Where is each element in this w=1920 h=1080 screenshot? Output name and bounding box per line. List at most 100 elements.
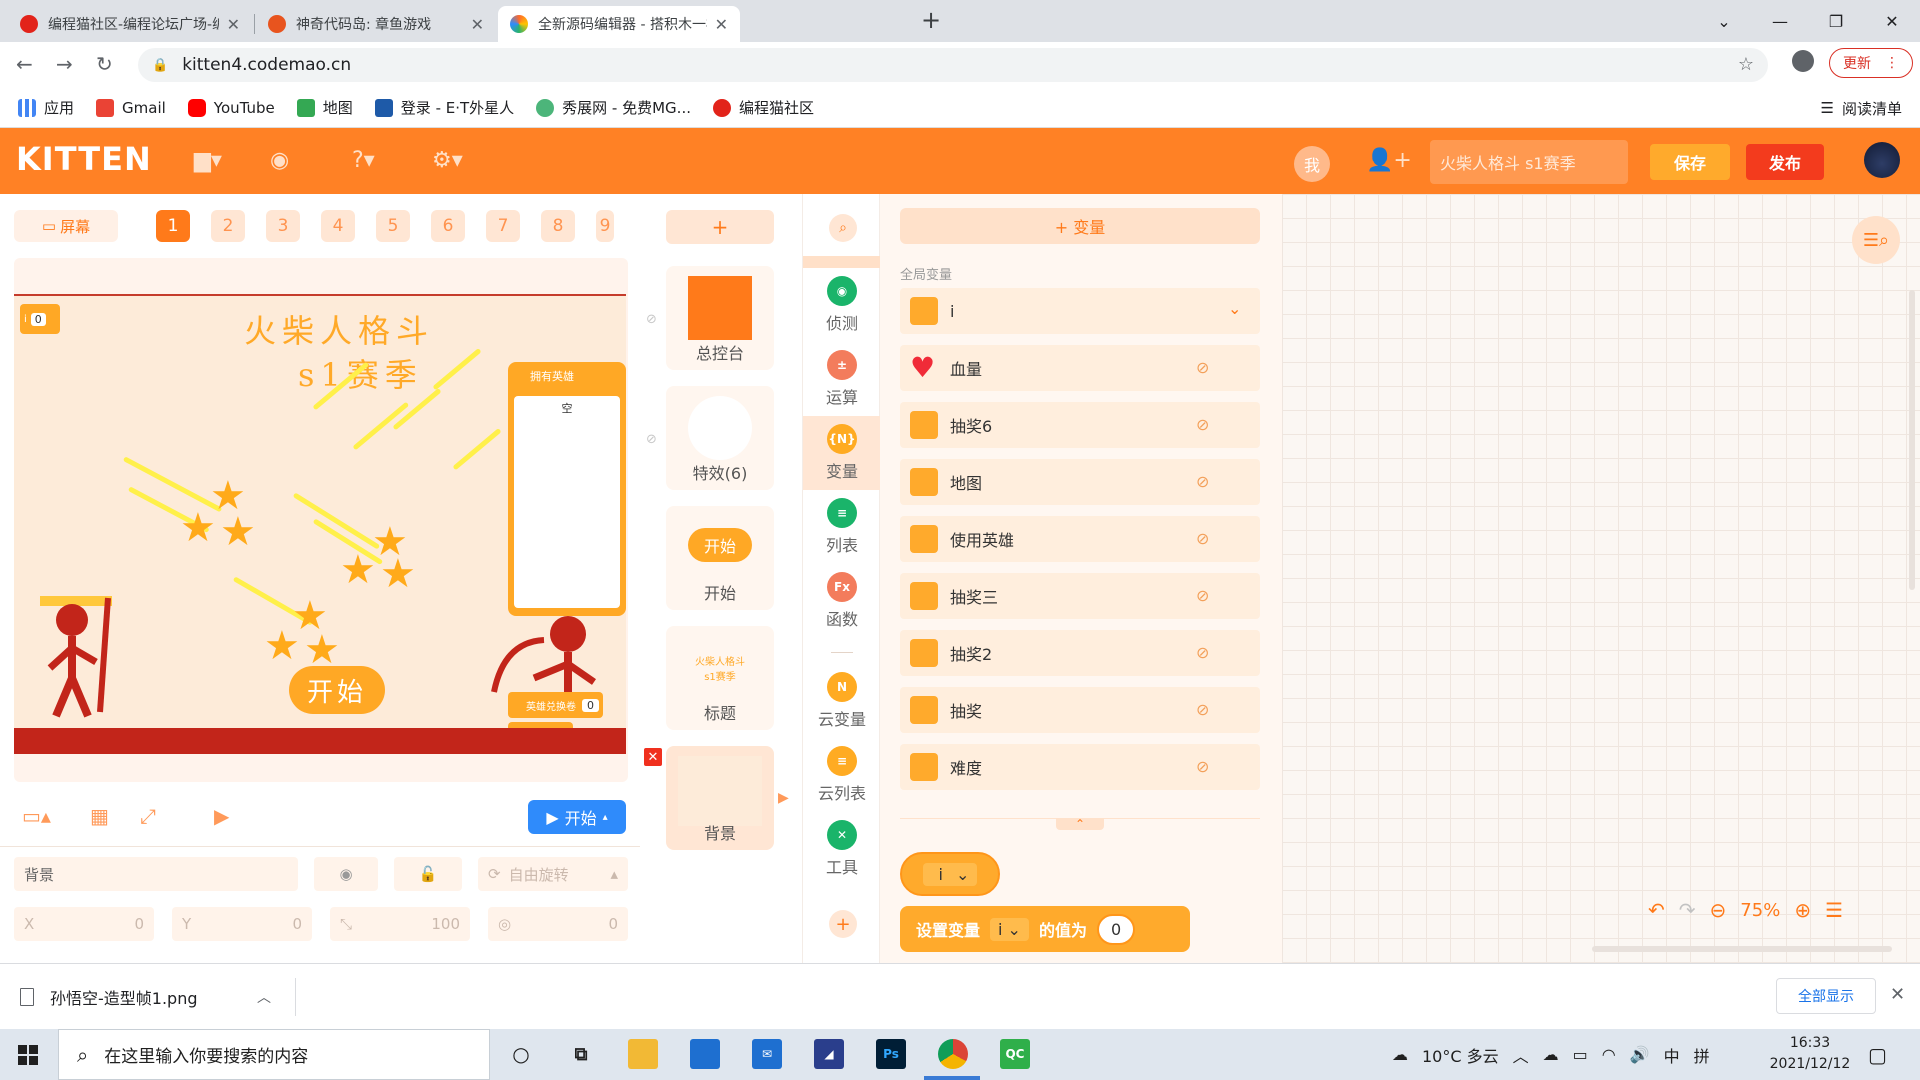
file-explorer-icon[interactable]: [628, 1039, 658, 1069]
play-preview-icon[interactable]: ▶: [214, 804, 229, 828]
scene-tab-4[interactable]: 4: [321, 210, 355, 242]
value-input[interactable]: 0: [1096, 913, 1136, 945]
variable-lottery6[interactable]: 抽奖6 ⊘: [900, 402, 1260, 448]
category-detect[interactable]: ◉ 侦测: [803, 268, 881, 342]
hidden-eye-icon[interactable]: ⊘: [1196, 586, 1209, 605]
hidden-eye-icon[interactable]: ⊘: [1196, 415, 1209, 434]
browser-tab-1[interactable]: 编程猫社区-编程论坛广场-编程学 ✕: [8, 6, 252, 42]
variable-i[interactable]: i ⌄: [900, 288, 1260, 334]
notification-icon[interactable]: ▢: [1868, 1043, 1887, 1067]
scene-tab-2[interactable]: 2: [211, 210, 245, 242]
hidden-eye-icon[interactable]: ⊘: [1196, 700, 1209, 719]
hidden-eye-icon[interactable]: ⊘: [1196, 472, 1209, 491]
add-sprite-button[interactable]: +: [666, 210, 774, 244]
bookmark-apps[interactable]: 应用: [18, 97, 74, 118]
mail-icon[interactable]: ✉: [752, 1039, 782, 1069]
horizontal-scrollbar[interactable]: [1592, 946, 1892, 952]
category-tools[interactable]: ✕ 工具: [803, 812, 881, 886]
scene-tab-3[interactable]: 3: [266, 210, 300, 242]
set-variable-block[interactable]: 设置变量 i ⌄ 的值为 0: [900, 906, 1190, 952]
sprite-name-input[interactable]: 背景: [14, 857, 298, 891]
zoom-out-icon[interactable]: ⊖: [1710, 898, 1727, 922]
hidden-eye-icon[interactable]: ⊘: [1196, 358, 1209, 377]
help-menu-icon[interactable]: ?▾: [352, 148, 375, 173]
variable-map[interactable]: 地图 ⊘: [900, 459, 1260, 505]
category-cloud-list[interactable]: ≡ 云列表: [803, 738, 881, 812]
bookmark-codemao[interactable]: 编程猫社区: [712, 97, 814, 118]
lock-toggle[interactable]: 🔓: [394, 857, 462, 891]
reload-icon[interactable]: ↻: [96, 52, 113, 76]
rotation-mode-select[interactable]: ⟳ 自由旋转 ▴: [478, 857, 628, 891]
bookmark-maps[interactable]: 地图: [296, 97, 353, 118]
category-variable[interactable]: {N} 变量: [803, 416, 881, 490]
variable-use-hero[interactable]: 使用英雄 ⊘: [900, 516, 1260, 562]
download-item[interactable]: 孙悟空-造型帧1.png ︿: [20, 978, 296, 1016]
volume-icon[interactable]: 🔊: [1630, 1045, 1650, 1064]
settings-gear-icon[interactable]: ⚙▾: [432, 148, 463, 173]
publish-button[interactable]: 发布: [1746, 144, 1824, 180]
url-text[interactable]: kitten4.codemao.cn: [182, 55, 351, 75]
variable-dropdown[interactable]: i ⌄: [990, 917, 1029, 941]
file-menu-icon[interactable]: ▆▾: [194, 148, 222, 173]
hidden-eye-icon[interactable]: ⊘: [1196, 643, 1209, 662]
profile-avatar[interactable]: [1792, 50, 1814, 72]
browser-tab-3[interactable]: 全新源码编辑器 - 搭积木一样有趣 ✕: [498, 6, 740, 42]
search-icon[interactable]: ⌕: [829, 214, 857, 242]
variable-reporter-block[interactable]: i ⌄: [900, 852, 1000, 896]
task-view-icon[interactable]: ⧉: [566, 1039, 596, 1069]
category-list[interactable]: ≡ 列表: [803, 490, 881, 564]
wifi-icon[interactable]: ◠: [1602, 1045, 1616, 1064]
system-clock[interactable]: 16:33 2021/12/12: [1762, 1033, 1858, 1075]
vertical-scrollbar[interactable]: [1909, 290, 1915, 590]
sprite-item-background[interactable]: 背景: [666, 746, 774, 850]
delete-sprite-icon[interactable]: ✕: [644, 748, 662, 766]
hidden-eye-icon[interactable]: ⊘: [1196, 529, 1209, 548]
scene-tab-1[interactable]: 1: [156, 210, 190, 242]
chevron-up-icon[interactable]: ︿: [1513, 1043, 1529, 1067]
close-tab-icon[interactable]: ✕: [715, 15, 728, 34]
y-position-input[interactable]: Y0: [172, 907, 312, 941]
run-button[interactable]: ▶ 开始 ▴: [528, 800, 626, 834]
taskbar-search-input[interactable]: ⌕ 在这里输入你要搜索的内容: [58, 1029, 490, 1080]
sprite-item-effects[interactable]: 特效(6): [666, 386, 774, 490]
photoshop-icon[interactable]: Ps: [876, 1039, 906, 1069]
store-icon[interactable]: [690, 1039, 720, 1069]
forward-icon[interactable]: →: [56, 52, 73, 76]
bookmark-youtube[interactable]: YouTube: [187, 98, 275, 117]
stage-canvas[interactable]: 火柴人格斗 s1赛季 ★ ★ ★ ★ ★ ★ ★ ★ ★ 开始 i 0 拥有英雄…: [14, 294, 626, 754]
category-function[interactable]: Fx 函数: [803, 564, 881, 638]
add-extension-button[interactable]: +: [829, 910, 857, 938]
backpack-icon[interactable]: ◉: [270, 148, 289, 173]
undo-icon[interactable]: ↶: [1648, 898, 1665, 922]
save-button[interactable]: 保存: [1650, 144, 1730, 180]
update-button[interactable]: 更新 ⋮: [1829, 48, 1913, 78]
scene-tab-6[interactable]: 6: [431, 210, 465, 242]
code-canvas[interactable]: ☰⌕ ↶ ↷ ⊖ 75% ⊕ ☰: [1282, 194, 1920, 963]
ime-language[interactable]: 中: [1664, 1043, 1680, 1067]
scene-tab-8[interactable]: 8: [541, 210, 575, 242]
stage-size-icon[interactable]: ▭▴: [22, 804, 51, 828]
chevron-right-icon[interactable]: ▶: [778, 790, 789, 806]
close-tab-icon[interactable]: ✕: [227, 15, 240, 34]
hero-list-monitor[interactable]: 拥有英雄 空: [508, 362, 626, 616]
hidden-eye-icon[interactable]: ⊘: [646, 312, 657, 327]
scene-tab-9[interactable]: 9: [596, 210, 614, 242]
scene-tab-7[interactable]: 7: [486, 210, 520, 242]
redo-icon[interactable]: ↷: [1679, 898, 1696, 922]
cortana-icon[interactable]: ○: [506, 1039, 536, 1069]
variable-i-monitor[interactable]: i 0: [20, 304, 60, 334]
tab-search-icon[interactable]: ⌄: [1696, 12, 1752, 31]
project-name-input[interactable]: 火柴人格斗 s1赛季: [1430, 140, 1628, 184]
bookmark-xiuzhan[interactable]: 秀展网 - 免费MG...: [536, 97, 691, 118]
new-tab-button[interactable]: +: [921, 6, 941, 34]
chevron-up-icon[interactable]: ︿: [257, 987, 271, 1007]
close-window-icon[interactable]: ✕: [1864, 12, 1920, 31]
bookmark-et[interactable]: 登录 - E·T外星人: [374, 97, 514, 118]
close-shelf-icon[interactable]: ✕: [1890, 984, 1905, 1005]
chevron-down-icon[interactable]: ⌄: [1228, 299, 1241, 318]
variable-lottery3[interactable]: 抽奖三 ⊘: [900, 573, 1260, 619]
back-icon[interactable]: ←: [16, 52, 33, 76]
add-variable-button[interactable]: + 变量: [900, 208, 1260, 244]
direction-input[interactable]: ◎ 0: [488, 907, 628, 941]
zoom-in-icon[interactable]: ⊕: [1794, 898, 1811, 922]
